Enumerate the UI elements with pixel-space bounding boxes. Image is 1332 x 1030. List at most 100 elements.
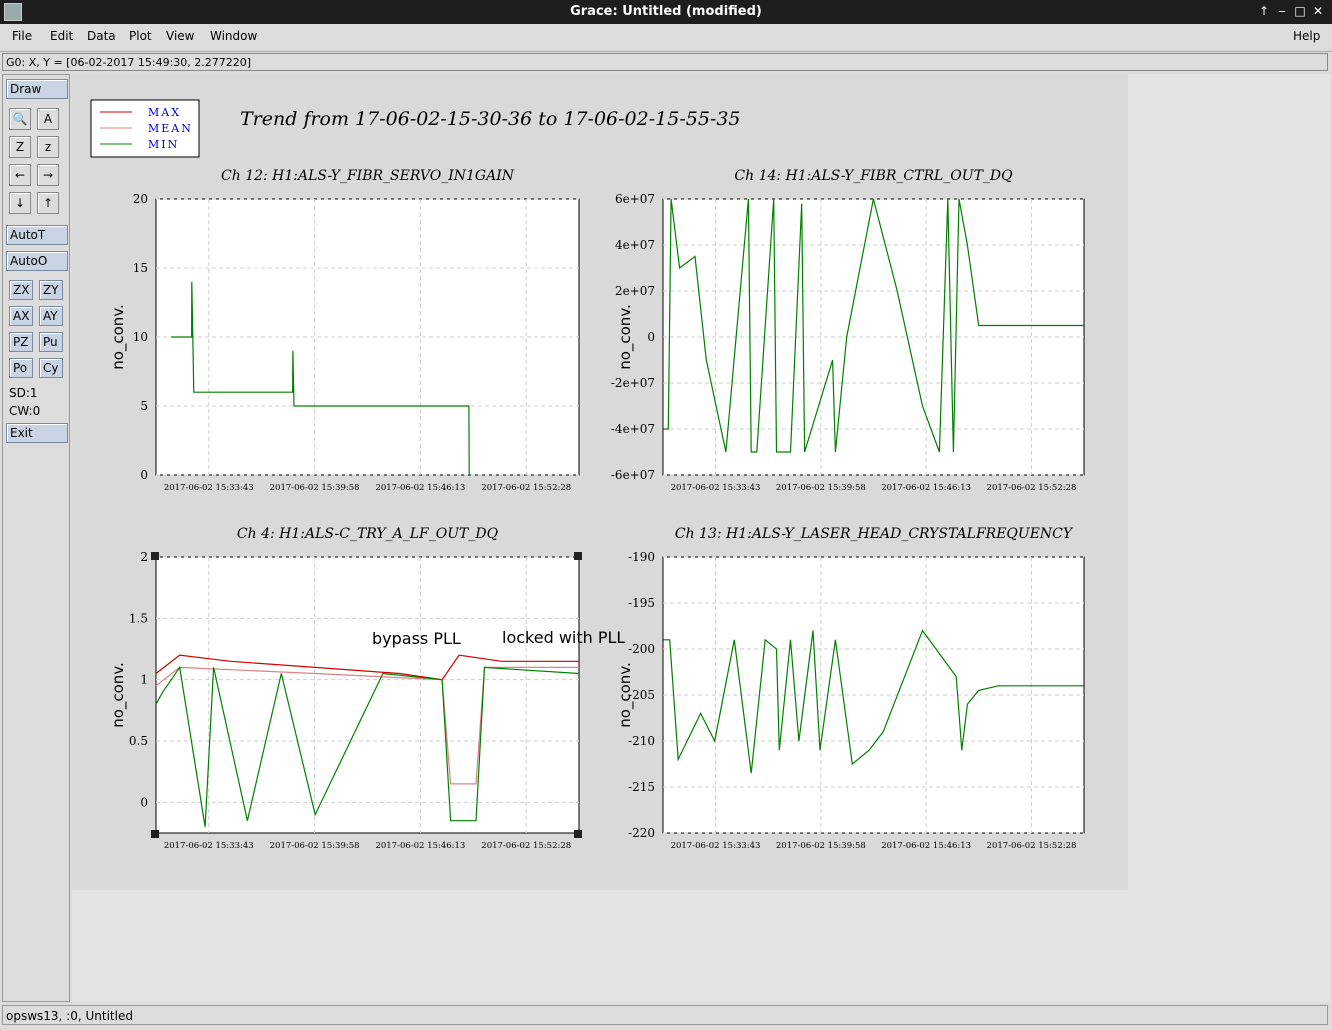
- tool-panel: Draw 🔍 A Z z ← → ↓ ↑ AutoT AutoO ZX ZY A…: [2, 74, 70, 1002]
- cy-button[interactable]: Cy: [39, 358, 63, 378]
- draw-button[interactable]: Draw: [6, 79, 68, 99]
- y-tick-label: -200: [628, 642, 655, 656]
- pz-button[interactable]: PZ: [9, 332, 33, 352]
- x-tick-label: 2017-06-02 15:39:58: [776, 841, 866, 851]
- arrow-left-icon[interactable]: ←: [9, 164, 31, 186]
- y-tick-label: 6e+07: [615, 192, 655, 206]
- y-tick-label: 0: [647, 330, 655, 344]
- x-tick-label: 2017-06-02 15:33:43: [671, 841, 761, 851]
- y-tick-label: 0: [140, 795, 148, 809]
- graph-title: Ch 13: H1:ALS-Y_LASER_HEAD_CRYSTALFREQUE…: [675, 526, 1074, 542]
- x-tick-label: 2017-06-02 15:46:13: [881, 841, 971, 851]
- y-tick-label: 2e+07: [615, 284, 655, 298]
- x-tick-label: 2017-06-02 15:52:28: [481, 483, 571, 493]
- y-tick-label: 4e+07: [615, 238, 655, 252]
- selection-handle-bottom-right[interactable]: [574, 830, 582, 838]
- menu-bar: File Edit Data Plot View Window Help: [0, 24, 1332, 52]
- status-bar: opsws13, :0, Untitled: [2, 1005, 1328, 1025]
- plot-canvas[interactable]: MAX MEAN MIN Trend from 17-06-02-15-30-3…: [72, 74, 1330, 1002]
- graph-1[interactable]: 0 5 10 15 20 2017-06-02 15:33:43 2017-06-02 15…: [109, 168, 580, 493]
- y-tick-label: 0.5: [129, 734, 148, 748]
- po-button[interactable]: Po: [9, 358, 33, 378]
- canvas-area[interactable]: MAX MEAN MIN Trend from 17-06-02-15-30-3…: [72, 74, 1330, 1002]
- y-tick-label: 1: [140, 673, 148, 687]
- ay-button[interactable]: AY: [39, 306, 63, 326]
- annotation-locked-with-pll[interactable]: locked with PLL: [502, 628, 625, 647]
- autoo-button[interactable]: AutoO: [6, 251, 68, 271]
- y-tick-label: -195: [628, 596, 655, 610]
- y-axis-label: no_conv.: [616, 662, 635, 728]
- cw-label: CW:0: [9, 404, 41, 418]
- y-tick-label: -4e+07: [611, 422, 655, 436]
- menu-view[interactable]: View: [166, 29, 194, 43]
- x-tick-label: 2017-06-02 15:33:43: [671, 483, 761, 493]
- arrow-down-icon[interactable]: ↓: [9, 192, 31, 214]
- y-axis-label: no_conv.: [109, 304, 128, 370]
- locator-display: G0: X, Y = [06-02-2017 15:49:30, 2.27722…: [2, 53, 1328, 71]
- legend[interactable]: MAX MEAN MIN: [90, 99, 200, 158]
- maximize-icon[interactable]: □: [1292, 3, 1308, 19]
- pu-button[interactable]: Pu: [39, 332, 63, 352]
- selection-handle-top-right[interactable]: [574, 552, 582, 560]
- y-tick-label: -210: [628, 734, 655, 748]
- graph-3[interactable]: 0 0.5 1 1.5 2 2017-06-02 15:33:43 2017-06-02 1…: [109, 526, 580, 851]
- graph-title: Ch 4: H1:ALS-C_TRY_A_LF_OUT_DQ: [237, 526, 499, 542]
- x-tick-label: 2017-06-02 15:52:28: [987, 483, 1077, 493]
- autot-button[interactable]: AutoT: [6, 225, 68, 245]
- y-tick-label: 20: [133, 192, 148, 206]
- ax-button[interactable]: AX: [9, 306, 33, 326]
- zoom-icon[interactable]: 🔍: [9, 108, 31, 130]
- x-tick-label: 2017-06-02 15:33:43: [164, 841, 254, 851]
- y-tick-label: 15: [133, 261, 148, 275]
- y-tick-label: 2: [140, 550, 148, 564]
- text-icon[interactable]: A: [37, 108, 59, 130]
- sd-label: SD:1: [9, 386, 38, 400]
- graph-4[interactable]: -220-215-210-205-200-195-1902017-06-02 1…: [616, 526, 1085, 851]
- y-tick-label: -220: [628, 826, 655, 840]
- selection-handle-bottom-left[interactable]: [151, 830, 159, 838]
- y-tick-label: -6e+07: [611, 468, 655, 482]
- graph-2[interactable]: -6e+07 -4e+07 -2e+07 0 2e+07 4e+07 6e+07 2017-0…: [611, 168, 1085, 493]
- y-tick-label: 10: [133, 330, 148, 344]
- arrow-up-icon[interactable]: ↑: [37, 192, 59, 214]
- up-arrow-icon[interactable]: ↑: [1256, 3, 1272, 19]
- y-tick-label: -190: [628, 550, 655, 564]
- y-tick-label: 5: [140, 399, 148, 413]
- zx-button[interactable]: ZX: [9, 280, 33, 300]
- menu-help[interactable]: Help: [1293, 29, 1320, 43]
- x-tick-label: 2017-06-02 15:46:13: [375, 841, 465, 851]
- x-tick-label: 2017-06-02 15:52:28: [481, 841, 571, 851]
- selection-handle-top-left[interactable]: [151, 552, 159, 560]
- y-axis-label: no_conv.: [109, 662, 128, 728]
- arrow-right-icon[interactable]: →: [37, 164, 59, 186]
- y-tick-label: -215: [628, 780, 655, 794]
- menu-file[interactable]: File: [12, 29, 32, 43]
- y-tick-label: 1.5: [129, 611, 148, 625]
- legend-label-max: MAX: [148, 106, 181, 119]
- graph-title: Ch 14: H1:ALS-Y_FIBR_CTRL_OUT_DQ: [734, 168, 1013, 184]
- y-axis-label: no_conv.: [616, 304, 635, 370]
- plot-title: Trend from 17-06-02-15-30-36 to 17-06-02…: [240, 108, 741, 130]
- window-titlebar: Grace: Untitled (modified) ↑ ‒ □ ✕: [0, 0, 1332, 24]
- x-tick-label: 2017-06-02 15:39:58: [776, 483, 866, 493]
- exit-button[interactable]: Exit: [6, 423, 68, 443]
- menu-data[interactable]: Data: [87, 29, 116, 43]
- legend-label-mean: MEAN: [148, 122, 193, 135]
- menu-plot[interactable]: Plot: [129, 29, 152, 43]
- window-title: Grace: Untitled (modified): [570, 4, 762, 19]
- y-tick-label: 0: [140, 468, 148, 482]
- minimize-icon[interactable]: ‒: [1274, 3, 1290, 19]
- annotation-bypass-pll[interactable]: bypass PLL: [372, 629, 461, 648]
- zoom-out-icon[interactable]: z: [37, 136, 59, 158]
- zoom-in-icon[interactable]: Z: [9, 136, 31, 158]
- menu-window[interactable]: Window: [210, 29, 257, 43]
- menu-edit[interactable]: Edit: [50, 29, 73, 43]
- graph-title: Ch 12: H1:ALS-Y_FIBR_SERVO_IN1GAIN: [221, 168, 515, 184]
- x-tick-label: 2017-06-02 15:39:58: [270, 483, 360, 493]
- zy-button[interactable]: ZY: [39, 280, 63, 300]
- x-tick-label: 2017-06-02 15:52:28: [987, 841, 1077, 851]
- y-tick-label: -2e+07: [611, 376, 655, 390]
- close-icon[interactable]: ✕: [1310, 3, 1326, 19]
- x-tick-label: 2017-06-02 15:46:13: [375, 483, 465, 493]
- x-tick-label: 2017-06-02 15:39:58: [270, 841, 360, 851]
